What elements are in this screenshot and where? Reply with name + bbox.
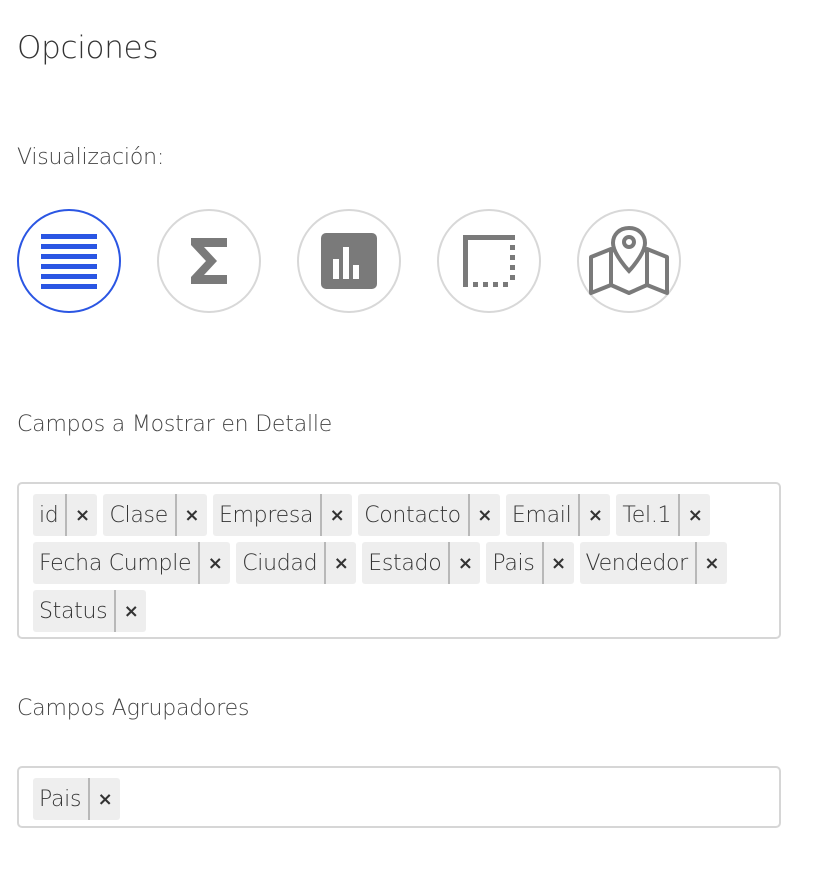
tag-label: Empresa — [218, 502, 314, 528]
tag-label: Vendedor — [585, 550, 689, 576]
tag-remove-button[interactable]: × — [467, 494, 500, 536]
tag-status: Status × — [33, 590, 147, 632]
pivot-table-icon — [463, 235, 515, 287]
tag-remove-button[interactable]: × — [65, 494, 97, 536]
bar-chart-icon — [321, 233, 377, 289]
visualization-map-button[interactable] — [577, 209, 681, 313]
tag-vendedor: Vendedor × — [579, 542, 727, 584]
list-icon — [41, 234, 97, 289]
tag-label: Status — [39, 598, 108, 624]
tag-label: id — [39, 502, 59, 528]
tag-remove-button[interactable]: × — [324, 542, 356, 584]
tag-id: id × — [33, 494, 98, 536]
tag-clase: Clase × — [103, 494, 207, 536]
visualization-pivot-button[interactable] — [437, 209, 541, 313]
tag-empresa: Empresa × — [212, 494, 353, 536]
detail-fields-label: Campos a Mostrar en Detalle — [17, 412, 333, 437]
tag-remove-button[interactable]: × — [694, 542, 727, 584]
tag-label: Fecha Cumple — [39, 550, 192, 576]
tag-label: Pais — [39, 786, 82, 812]
detail-fields-select[interactable]: id × Clase × Empresa × Contacto × Email × Tel… — [17, 482, 781, 639]
visualization-list-button[interactable] — [17, 209, 121, 313]
group-fields-select[interactable]: Pais × — [17, 766, 781, 828]
tag-remove-button[interactable]: × — [448, 542, 480, 584]
map-icon — [589, 225, 669, 295]
tag-contacto: Contacto × — [358, 494, 500, 536]
tag-remove-button[interactable]: × — [88, 778, 120, 820]
tag-pais: Pais × — [33, 778, 121, 820]
tag-fecha-cumple: Fecha Cumple × — [33, 542, 231, 584]
sigma-icon — [191, 238, 227, 284]
tag-remove-button[interactable]: × — [541, 542, 574, 584]
tag-label: Tel.1 — [622, 502, 672, 528]
tag-remove-button[interactable]: × — [174, 494, 207, 536]
group-fields-label: Campos Agrupadores — [17, 696, 250, 721]
tag-label: Clase — [109, 502, 168, 528]
visualization-chart-button[interactable] — [297, 209, 401, 313]
visualization-label: Visualización: — [17, 145, 165, 170]
tag-label: Pais — [492, 550, 535, 576]
visualization-sum-button[interactable] — [157, 209, 261, 313]
tag-label: Ciudad — [242, 550, 318, 576]
tag-pais: Pais × — [486, 542, 574, 584]
tag-label: Estado — [368, 550, 442, 576]
page-title: Opciones — [17, 30, 159, 66]
tag-email: Email × — [505, 494, 611, 536]
tag-estado: Estado × — [362, 542, 481, 584]
visualization-options — [17, 209, 717, 313]
tag-label: Contacto — [364, 502, 461, 528]
tag-tel1: Tel.1 × — [616, 494, 711, 536]
tag-label: Email — [511, 502, 572, 528]
tag-remove-button[interactable]: × — [320, 494, 352, 536]
tag-remove-button[interactable]: × — [578, 494, 610, 536]
tag-ciudad: Ciudad × — [236, 542, 357, 584]
tag-remove-button[interactable]: × — [678, 494, 710, 536]
tag-remove-button[interactable]: × — [198, 542, 230, 584]
tag-remove-button[interactable]: × — [114, 590, 146, 632]
